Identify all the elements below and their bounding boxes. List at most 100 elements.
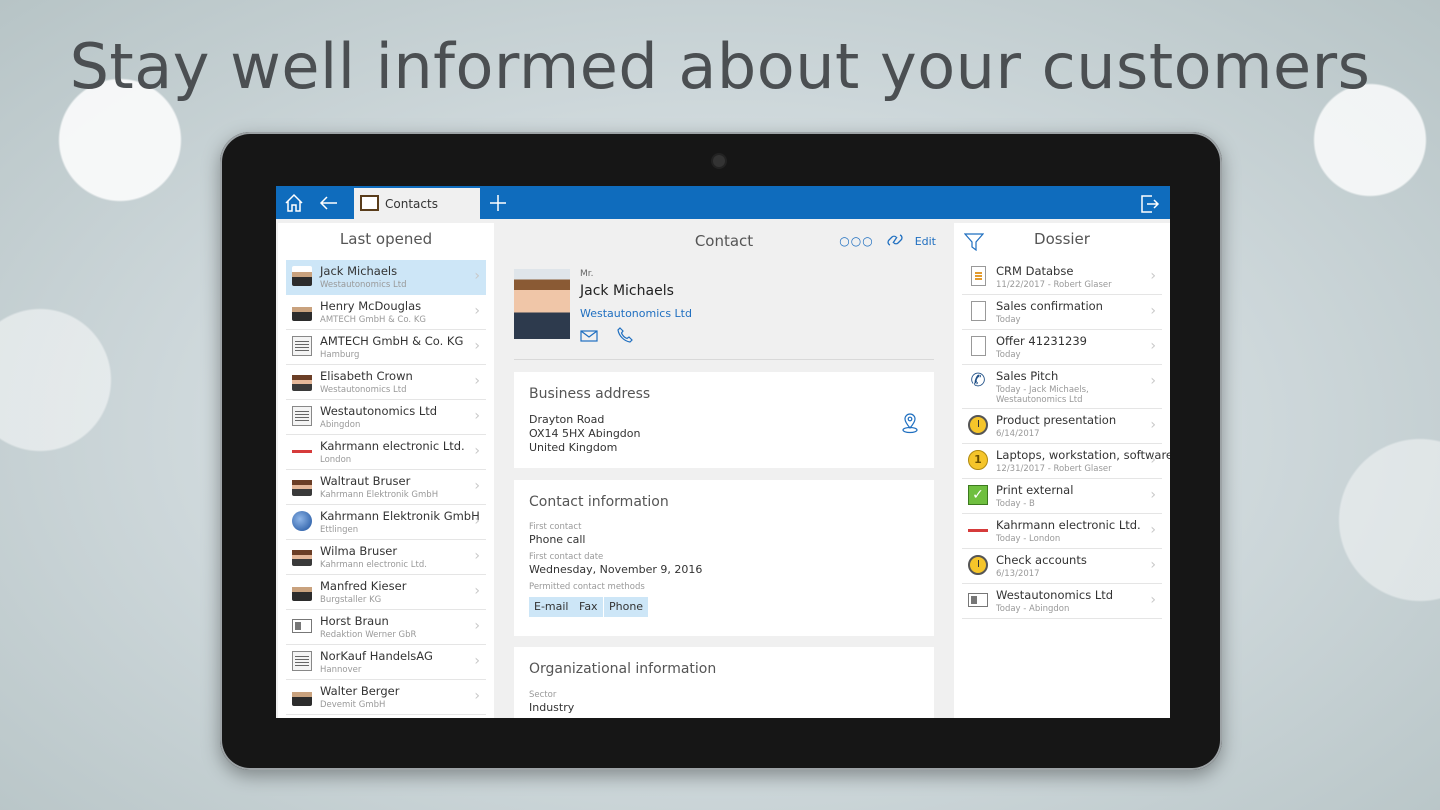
- document-icon: [971, 266, 986, 286]
- link-icon[interactable]: [885, 233, 905, 248]
- phone-icon: ✆: [970, 370, 986, 391]
- list-item[interactable]: Horst Braun Redaktion Werner GbR ›: [286, 610, 486, 645]
- list-item[interactable]: Elisabeth Crown Westautonomics Ltd ›: [286, 365, 486, 400]
- list-item[interactable]: Offer 41231239 Today ›: [962, 330, 1162, 365]
- avatar-icon: [292, 546, 312, 566]
- avatar-icon: [292, 301, 312, 321]
- list-item-name: Westautonomics Ltd: [320, 404, 438, 418]
- edit-button[interactable]: Edit: [915, 235, 936, 248]
- list-item[interactable]: Check accounts 6/13/2017 ›: [962, 549, 1162, 584]
- dossier-item-subtitle: 11/22/2017 - Robert Glaser: [996, 280, 1112, 290]
- first-contact-label: First contact: [529, 522, 582, 532]
- last-opened-title: Last opened: [339, 230, 433, 248]
- list-item[interactable]: Jack Michaels Westautonomics Ltd ›: [286, 260, 486, 295]
- more-icon[interactable]: ○○○: [839, 234, 873, 248]
- contact-company-link[interactable]: Westautonomics Ltd: [580, 307, 692, 320]
- chevron-right-icon: ›: [1150, 373, 1156, 389]
- list-item[interactable]: 1 Laptops, workstation, software 12/31/201…: [962, 444, 1170, 479]
- building-icon: [292, 406, 312, 426]
- list-item[interactable]: Manfred Kieser Burgstaller KG ›: [286, 575, 486, 610]
- list-item[interactable]: Product presentation 6/14/2017 ›: [962, 409, 1162, 444]
- dossier-item-name: Sales Pitch: [996, 369, 1059, 383]
- dossier-item-name: Check accounts: [996, 553, 1087, 567]
- list-item[interactable]: ✓ Print external Today - B ›: [962, 479, 1162, 514]
- list-item-subtitle: Hannover: [320, 665, 362, 675]
- company-logo-icon: [292, 441, 312, 461]
- organizational-information-card: Organizational information Sector Indust…: [514, 647, 934, 718]
- dossier-item-subtitle: 12/31/2017 - Robert Glaser: [996, 464, 1112, 474]
- app-screen: Contacts Last opened Jack Michaels Westau…: [276, 186, 1170, 718]
- list-item[interactable]: Westautonomics Ltd Abingdon ›: [286, 400, 486, 435]
- list-item[interactable]: Waltraut Bruser Kahrmann Elektronik GmbH ›: [286, 470, 486, 505]
- dossier-item-subtitle: Today - London: [996, 534, 1061, 544]
- chevron-right-icon: ›: [1150, 417, 1156, 433]
- list-item-name: Kahrmann electronic Ltd.: [320, 439, 465, 453]
- chevron-right-icon: ›: [474, 373, 480, 389]
- first-contact-date-label: First contact date: [529, 552, 604, 562]
- coin-icon: 1: [968, 450, 988, 470]
- list-item[interactable]: ✆ Sales Pitch Today - Jack Michaels, Westa…: [962, 365, 1162, 409]
- checklist-icon: ✓: [968, 485, 988, 505]
- filter-icon[interactable]: [963, 233, 985, 255]
- chevron-right-icon: ›: [1150, 303, 1156, 319]
- list-item[interactable]: Kahrmann electronic Ltd. Today - London ›: [962, 514, 1162, 549]
- company-logo-icon: [968, 520, 988, 540]
- chevron-right-icon: ›: [1150, 452, 1156, 468]
- chevron-right-icon: ›: [1150, 522, 1156, 538]
- dossier-title: Dossier: [1034, 230, 1090, 248]
- chevron-right-icon: ›: [474, 513, 480, 529]
- tab-contacts[interactable]: Contacts: [354, 188, 480, 219]
- dossier-item-subtitle: Today - B: [996, 499, 1035, 509]
- list-item[interactable]: Walter Berger Devemit GmbH ›: [286, 680, 486, 715]
- globe-icon: [292, 511, 312, 531]
- avatar-icon: [292, 686, 312, 706]
- business-address-card: Business address Drayton Road OX14 5HX A…: [514, 372, 934, 468]
- building-icon: [292, 336, 312, 356]
- phone-icon[interactable]: [617, 327, 633, 347]
- map-pin-icon[interactable]: [900, 412, 920, 438]
- list-item[interactable]: CRM Databse 11/22/2017 - Robert Glaser ›: [962, 260, 1162, 295]
- email-icon[interactable]: [580, 328, 598, 347]
- list-item[interactable]: AMTECH GmbH & Co. KG Hamburg ›: [286, 330, 486, 365]
- contact-information-title: Contact information: [529, 494, 669, 510]
- exit-icon[interactable]: [1138, 192, 1160, 214]
- plus-icon[interactable]: [487, 192, 509, 214]
- list-item-subtitle: Kahrmann electronic Ltd.: [320, 560, 427, 570]
- contact-salutation: Mr.: [580, 269, 594, 279]
- dossier-item-name: Offer 41231239: [996, 334, 1087, 348]
- list-item-subtitle: AMTECH GmbH & Co. KG: [320, 315, 426, 325]
- list-item-subtitle: Ettlingen: [320, 525, 359, 535]
- list-item[interactable]: Henry McDouglas AMTECH GmbH & Co. KG ›: [286, 295, 486, 330]
- list-item-name: AMTECH GmbH & Co. KG: [320, 334, 464, 348]
- list-item[interactable]: NorKauf HandelsAG Hannover ›: [286, 645, 486, 680]
- top-bar: Contacts: [276, 186, 1170, 219]
- list-item-name: Elisabeth Crown: [320, 369, 413, 383]
- list-item[interactable]: Kahrmann Elektronik GmbH Ettlingen ›: [286, 505, 486, 540]
- list-item-name: Horst Braun: [320, 614, 389, 628]
- first-contact-date-value: Wednesday, November 9, 2016: [529, 563, 703, 576]
- back-arrow-icon[interactable]: [318, 192, 340, 214]
- chevron-right-icon: ›: [474, 303, 480, 319]
- list-item[interactable]: Wilma Bruser Kahrmann electronic Ltd. ›: [286, 540, 486, 575]
- dossier-item-subtitle: Today - Jack Michaels, Westautonomics Lt…: [996, 385, 1089, 405]
- chevron-right-icon: ›: [474, 408, 480, 424]
- contact-panel: Contact ○○○ Edit Mr. Jack Michaels Westa…: [496, 223, 952, 718]
- list-item-subtitle: Westautonomics Ltd: [320, 280, 407, 290]
- list-item-name: Walter Berger: [320, 684, 400, 698]
- contact-toolbar: ○○○ Edit: [839, 233, 936, 248]
- list-item-name: NorKauf HandelsAG: [320, 649, 433, 663]
- chevron-right-icon: ›: [474, 688, 480, 704]
- sector-value: Industry: [529, 701, 575, 714]
- list-item-subtitle: Westautonomics Ltd: [320, 385, 407, 395]
- list-item-name: Wilma Bruser: [320, 544, 398, 558]
- chevron-right-icon: ›: [474, 338, 480, 354]
- dossier-item-name: CRM Databse: [996, 264, 1074, 278]
- contact-information-card: Contact information First contact Phone …: [514, 480, 934, 636]
- home-icon[interactable]: [283, 192, 305, 214]
- id-card-icon: [968, 593, 988, 607]
- list-item[interactable]: Westautonomics Ltd Today - Abingdon ›: [962, 584, 1162, 619]
- list-item[interactable]: Kahrmann electronic Ltd. London ›: [286, 435, 486, 470]
- list-item[interactable]: Sales confirmation Today ›: [962, 295, 1162, 330]
- avatar-icon: [292, 476, 312, 496]
- chevron-right-icon: ›: [474, 583, 480, 599]
